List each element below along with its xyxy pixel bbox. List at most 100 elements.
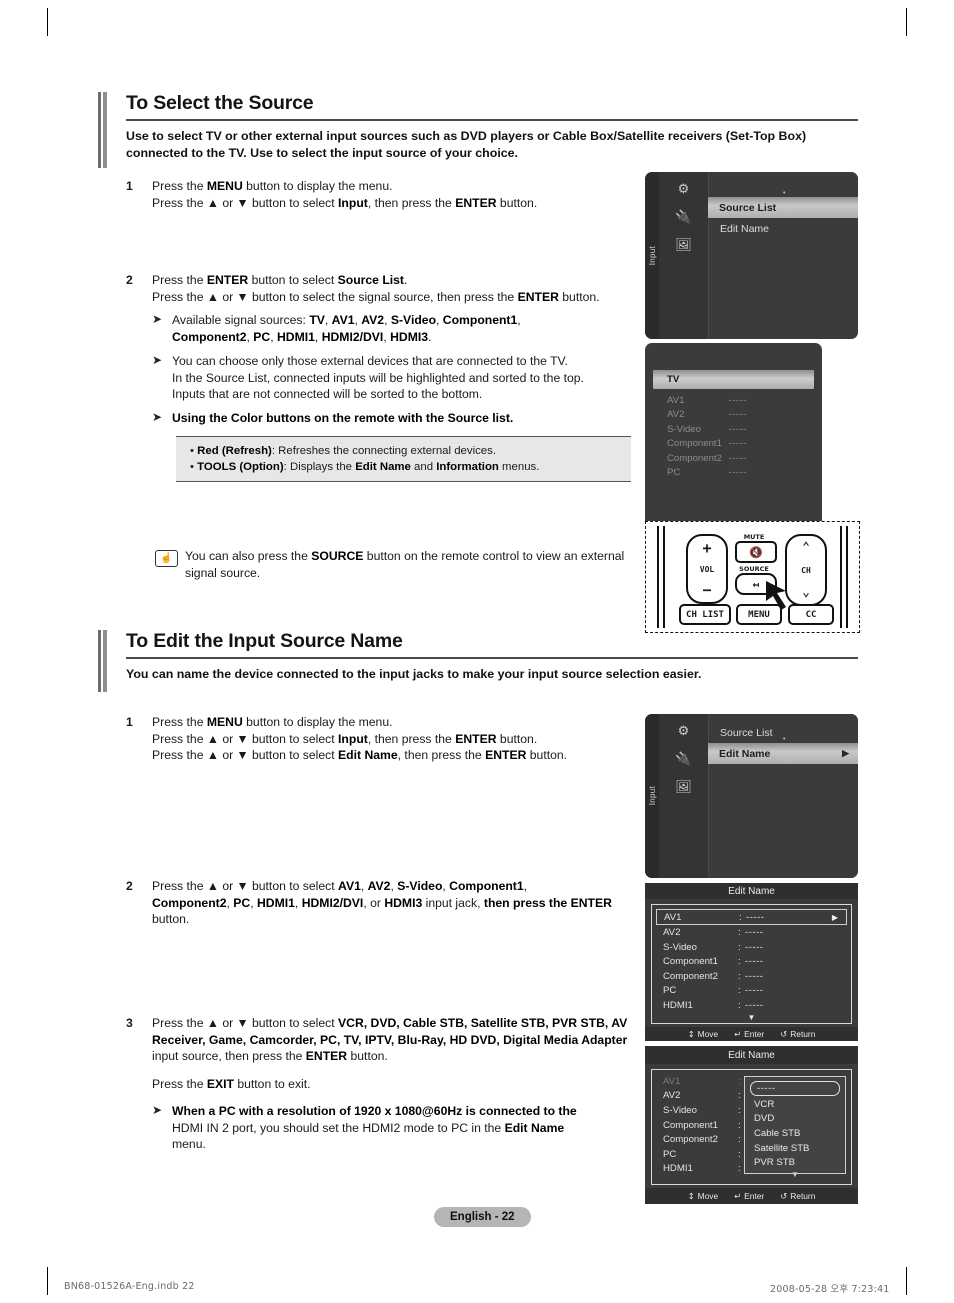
step-body: Press the MENU button to display the men… bbox=[152, 178, 626, 211]
dropdown-item-satellite-stb[interactable]: Satellite STB bbox=[745, 1141, 845, 1156]
enter-keyword: ENTER bbox=[305, 1049, 348, 1064]
footer-move[interactable]: ↕ Move bbox=[688, 1029, 719, 1039]
t: , then press the bbox=[367, 731, 456, 746]
crop-mark-bottom-left bbox=[47, 1267, 48, 1295]
return-label: Return bbox=[790, 1191, 816, 1201]
dropdown-item-cable-stb[interactable]: Cable STB bbox=[745, 1126, 845, 1141]
t: Press the bbox=[152, 179, 207, 193]
footer-move[interactable]: ↕ Move bbox=[688, 1191, 719, 1201]
line: You can choose only those external devic… bbox=[172, 353, 568, 368]
t: Press the ▲ or ▼ button to select bbox=[152, 195, 339, 210]
t: Press the bbox=[152, 1077, 207, 1092]
edit-name-keyword: Edit Name bbox=[355, 460, 411, 473]
edit-row-hdmi1[interactable]: HDMI1 : ----- bbox=[652, 998, 851, 1013]
footer-enter[interactable]: ↵ Enter bbox=[734, 1191, 764, 1201]
hand-pointer-icon: ☝ bbox=[155, 550, 178, 567]
osd-item-edit-name[interactable]: • Edit Name ▶ • bbox=[708, 736, 858, 767]
step-number: 3 bbox=[126, 1016, 133, 1030]
gear-icon[interactable]: ⚙ bbox=[674, 181, 693, 196]
footer-timestamp: 2008-05-28 오후 7:23:41 bbox=[770, 1284, 890, 1295]
osd-item-edit-name[interactable]: Edit Name bbox=[709, 218, 858, 239]
dropdown-item-dvd[interactable]: DVD bbox=[745, 1112, 845, 1127]
source-row-tv[interactable]: TV bbox=[653, 370, 814, 389]
src-hdmi2dvi: HDMI2/DVI bbox=[321, 330, 384, 345]
dropdown-item-blank[interactable]: ----- bbox=[750, 1081, 840, 1096]
step-1-line-1: Press the MENU button to display the men… bbox=[152, 178, 626, 195]
source-row-pc[interactable]: PC ----- bbox=[645, 466, 822, 481]
note-text: You can also press the SOURCE button on … bbox=[185, 548, 635, 581]
scroll-down-icon[interactable]: ▼ bbox=[652, 1013, 851, 1023]
t: menus. bbox=[498, 460, 540, 473]
volume-up-icon[interactable]: + bbox=[702, 539, 711, 557]
src-svideo: S-Video bbox=[397, 879, 443, 893]
scroll-down-icon[interactable]: ▼ bbox=[745, 1170, 845, 1179]
channel-up-icon[interactable]: ⌃ bbox=[802, 540, 810, 555]
edit-row-component1[interactable]: Component1 : ----- bbox=[652, 954, 851, 969]
osd-input-menu-edit-name: Input ⚙ 🔌 🖼 Source List • Edit Name ▶ • bbox=[645, 714, 858, 878]
section-rule bbox=[126, 657, 858, 659]
ch-list-button[interactable]: CH LIST bbox=[679, 604, 731, 625]
osd-item-source-list[interactable]: • Source List • bbox=[708, 190, 858, 221]
t: You can also press the bbox=[185, 549, 312, 563]
t: . bbox=[404, 273, 408, 287]
source-keyword: SOURCE bbox=[311, 549, 364, 563]
step-body: Press the ENTER button to select Source … bbox=[152, 272, 631, 482]
edit-step-1-line-2: Press the ▲ or ▼ button to select Input,… bbox=[152, 731, 636, 748]
source-row-s-video[interactable]: S-Video ----- bbox=[645, 422, 822, 437]
edit-name-keyword: Edit Name bbox=[504, 1120, 565, 1135]
footer-return[interactable]: ↺ Return bbox=[780, 1029, 815, 1039]
gear-icon[interactable]: ⚙ bbox=[674, 723, 693, 738]
src-av2: AV2 bbox=[367, 879, 391, 893]
footer-return[interactable]: ↺ Return bbox=[780, 1191, 815, 1201]
osd-item-label: Source List bbox=[720, 726, 773, 739]
edit-row-component2[interactable]: Component2 : ----- bbox=[652, 969, 851, 984]
mute-button[interactable]: 🔇 bbox=[735, 541, 777, 563]
edit-row-av2[interactable]: AV2 : ----- bbox=[652, 925, 851, 940]
line: In the Source List, connected inputs wil… bbox=[172, 370, 584, 385]
jack-value: ----- bbox=[745, 970, 764, 982]
volume-rocker-button[interactable]: + VOL − bbox=[686, 534, 728, 604]
plug-icon[interactable]: 🔌 bbox=[674, 751, 693, 766]
edit-row-s-video[interactable]: S-Video : ----- bbox=[652, 940, 851, 955]
t: Press the bbox=[152, 273, 207, 287]
source-row-av2[interactable]: AV2 ----- bbox=[645, 408, 822, 423]
src-hdmi2dvi: HDMI2/DVI bbox=[301, 895, 364, 910]
edit-step-1-line-1: Press the MENU button to display the men… bbox=[152, 714, 636, 731]
chevron-right-icon: ▶ bbox=[831, 912, 838, 922]
bullet-text: Available signal sources: TV, AV1, AV2, … bbox=[172, 312, 631, 345]
remote-control-illustration: + VOL − MUTE 🔇 SOURCE ↤ ⌃ CH ⌄ CH LIST M… bbox=[645, 521, 860, 633]
step-number: 2 bbox=[126, 273, 133, 287]
step-1: 1 Press the MENU button to display the m… bbox=[126, 178, 626, 211]
source-value: ----- bbox=[728, 409, 747, 421]
jack-label: PC bbox=[663, 985, 677, 997]
jack-value: ----- bbox=[745, 985, 764, 997]
t: input source, then press the bbox=[152, 1049, 306, 1064]
source-row-av1[interactable]: AV1 ----- bbox=[645, 393, 822, 408]
volume-down-icon[interactable]: − bbox=[702, 581, 711, 599]
device-name-dropdown[interactable]: ----- VCR DVD Cable STB Satellite STB PV… bbox=[744, 1076, 846, 1179]
step-number: 2 bbox=[126, 879, 133, 893]
edit-row-av1[interactable]: AV1 : ----- ▶ bbox=[656, 909, 847, 926]
dropdown-item-pvr-stb[interactable]: PVR STB bbox=[745, 1155, 845, 1170]
source-label: SOURCE bbox=[739, 565, 769, 573]
footer-enter[interactable]: ↵ Enter bbox=[734, 1029, 764, 1039]
picture-icon[interactable]: 🖼 bbox=[674, 779, 693, 794]
colon: : bbox=[738, 1104, 741, 1116]
osd-item-label: Edit Name bbox=[720, 222, 770, 235]
source-label: PC bbox=[667, 467, 681, 479]
enter-label: Enter bbox=[744, 1191, 765, 1201]
picture-icon[interactable]: 🖼 bbox=[674, 237, 693, 252]
source-row-component1[interactable]: Component1 ----- bbox=[645, 437, 822, 452]
osd-edit-name-list: Edit Name AV1 : ----- ▶ AV2 : ----- S-Vi… bbox=[645, 883, 858, 1041]
t: and bbox=[410, 460, 437, 473]
t: button to select bbox=[248, 273, 338, 287]
source-row-component2[interactable]: Component2 ----- bbox=[645, 451, 822, 466]
plug-icon[interactable]: 🔌 bbox=[674, 209, 693, 224]
source-value: ----- bbox=[728, 394, 747, 406]
osd-source-list-panel: TV AV1 ----- AV2 ----- S-Video ----- Com… bbox=[645, 343, 822, 544]
source-label: S-Video bbox=[667, 423, 701, 435]
footer-file-name: BN68-01526A-Eng.indb 22 bbox=[64, 1281, 195, 1292]
edit-row-pc[interactable]: PC : ----- bbox=[652, 983, 851, 998]
dropdown-item-vcr[interactable]: VCR bbox=[745, 1097, 845, 1112]
jack-label: AV2 bbox=[663, 926, 681, 938]
